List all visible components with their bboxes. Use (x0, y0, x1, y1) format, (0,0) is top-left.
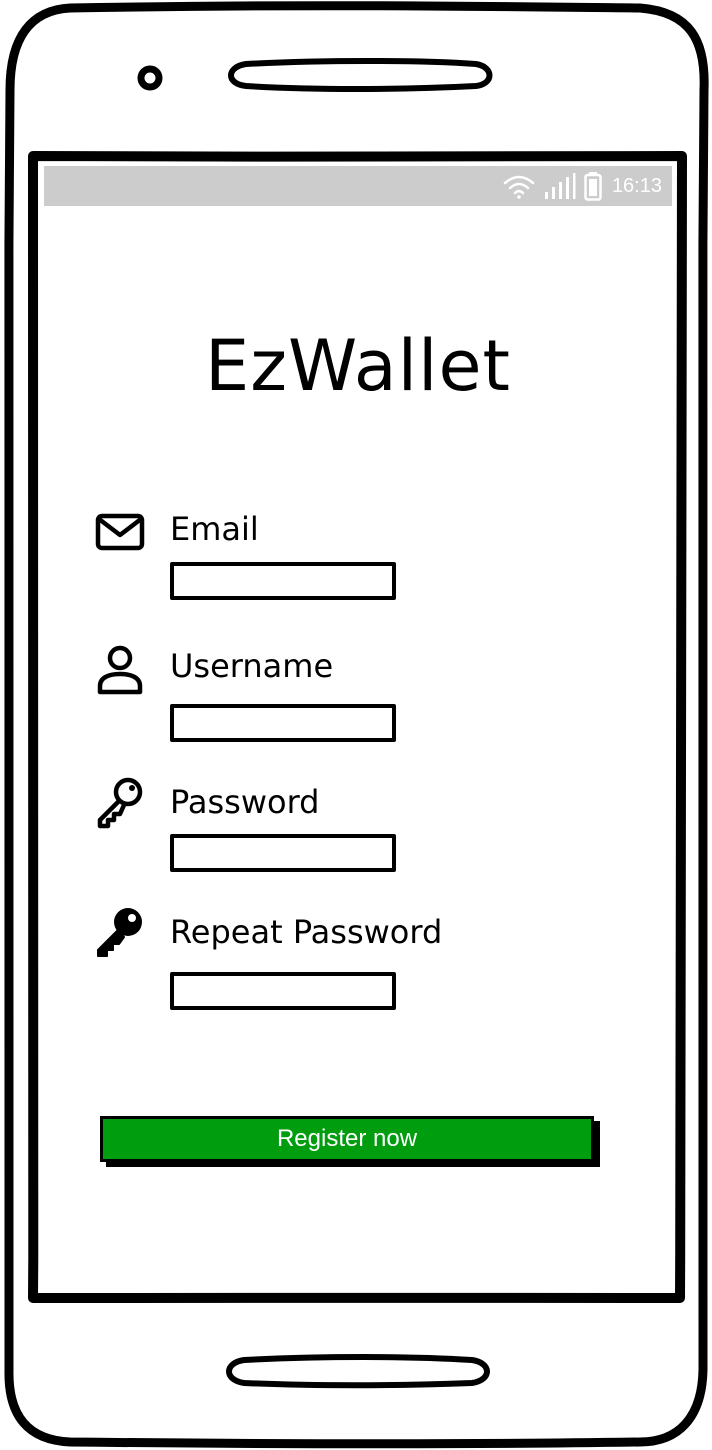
wifi-icon (503, 175, 535, 199)
camera-dot (137, 65, 163, 91)
username-input[interactable] (170, 704, 396, 742)
app-title: EzWallet (204, 325, 511, 407)
status-time: 16:13 (611, 175, 662, 197)
username-label: Username (170, 647, 334, 685)
status-bar: 16:13 (44, 166, 672, 206)
envelope-icon (95, 513, 145, 551)
repeat-password-label: Repeat Password (170, 913, 443, 951)
battery-icon (584, 172, 602, 201)
phone-mockup: 16:13 EzWallet Email Username Password R… (0, 0, 712, 1450)
key-outline-icon (97, 777, 143, 829)
email-label: Email (170, 510, 259, 548)
password-label: Password (170, 783, 320, 821)
status-icons: 16:13 (502, 171, 662, 201)
signal-icon (544, 173, 576, 199)
email-input[interactable] (170, 562, 396, 600)
user-icon (97, 645, 143, 695)
key-solid-icon (97, 908, 142, 957)
app-screen: 16:13 EzWallet Email Username Password R… (44, 166, 672, 1288)
register-button[interactable]: Register now (100, 1116, 594, 1162)
repeat-password-input[interactable] (170, 972, 396, 1010)
password-input[interactable] (170, 834, 396, 872)
